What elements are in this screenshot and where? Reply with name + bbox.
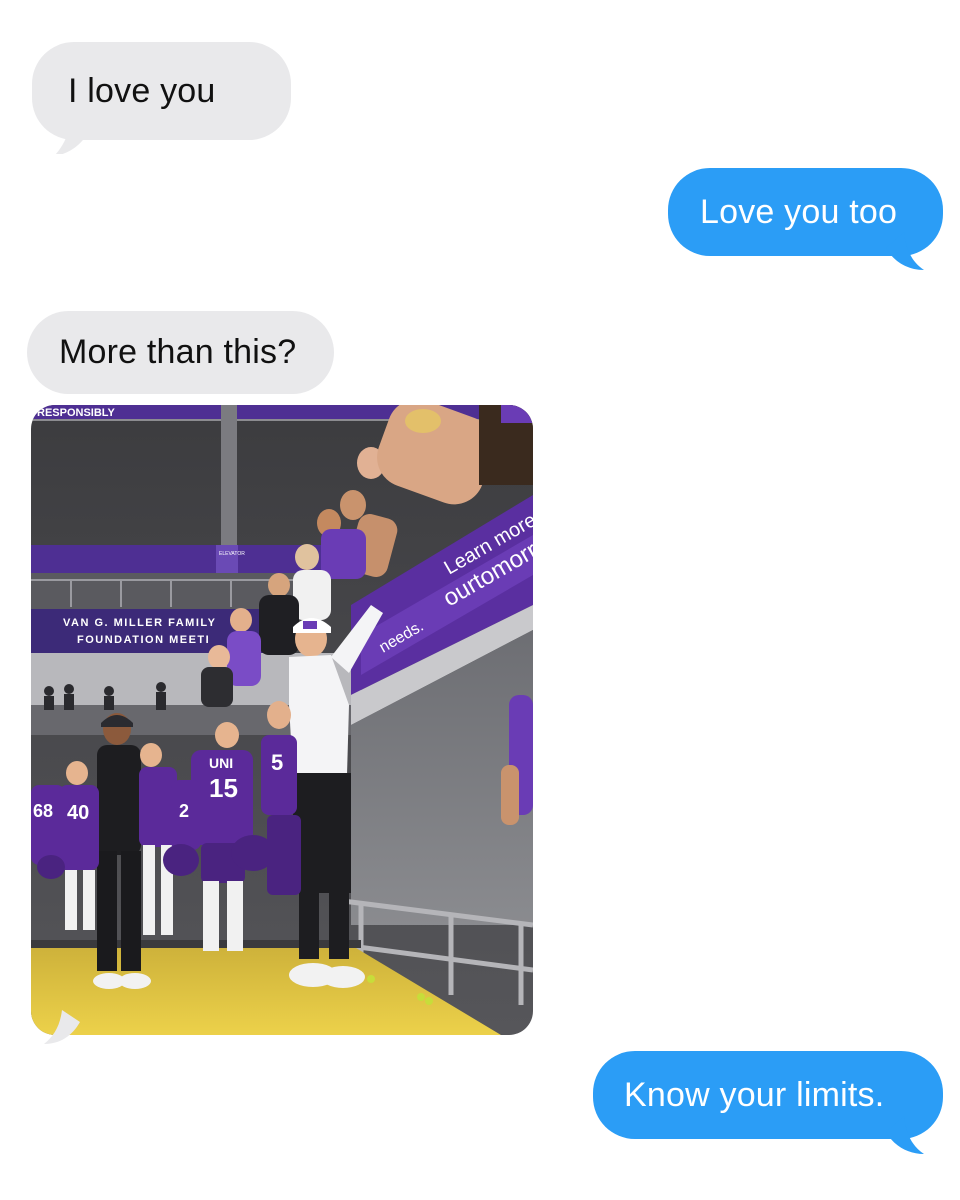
message-text: Love you too (700, 192, 898, 231)
banner-text: RESPONSIBLY (37, 407, 116, 419)
message-text: Know your limits. (624, 1075, 885, 1114)
bubble-tail (886, 232, 924, 270)
jersey-number: 68 (33, 801, 53, 821)
message-text: I love you (68, 71, 216, 110)
jersey-number: 2 (179, 801, 189, 821)
sign-line-1: VAN G. MILLER FAMILY (63, 617, 216, 629)
bubble-tail (886, 1116, 924, 1154)
elevator-label: ELEVATOR (219, 551, 245, 557)
jersey-number: 40 (67, 802, 89, 824)
message-text: More than this? (59, 333, 297, 371)
jersey-number: 15 (209, 773, 238, 803)
jersey-brand: UNI (209, 755, 233, 771)
message-bubble-incoming[interactable]: More than this? (27, 311, 334, 394)
jersey-number: 5 (271, 750, 283, 775)
bubble-tail (44, 1010, 80, 1044)
message-image[interactable]: RESPONSIBLY ELEVATOR VAN G. MILLER FAMIL… (31, 405, 533, 1035)
sign-line-2: FOUNDATION MEETI (77, 634, 210, 646)
bubble-tail (55, 114, 90, 154)
